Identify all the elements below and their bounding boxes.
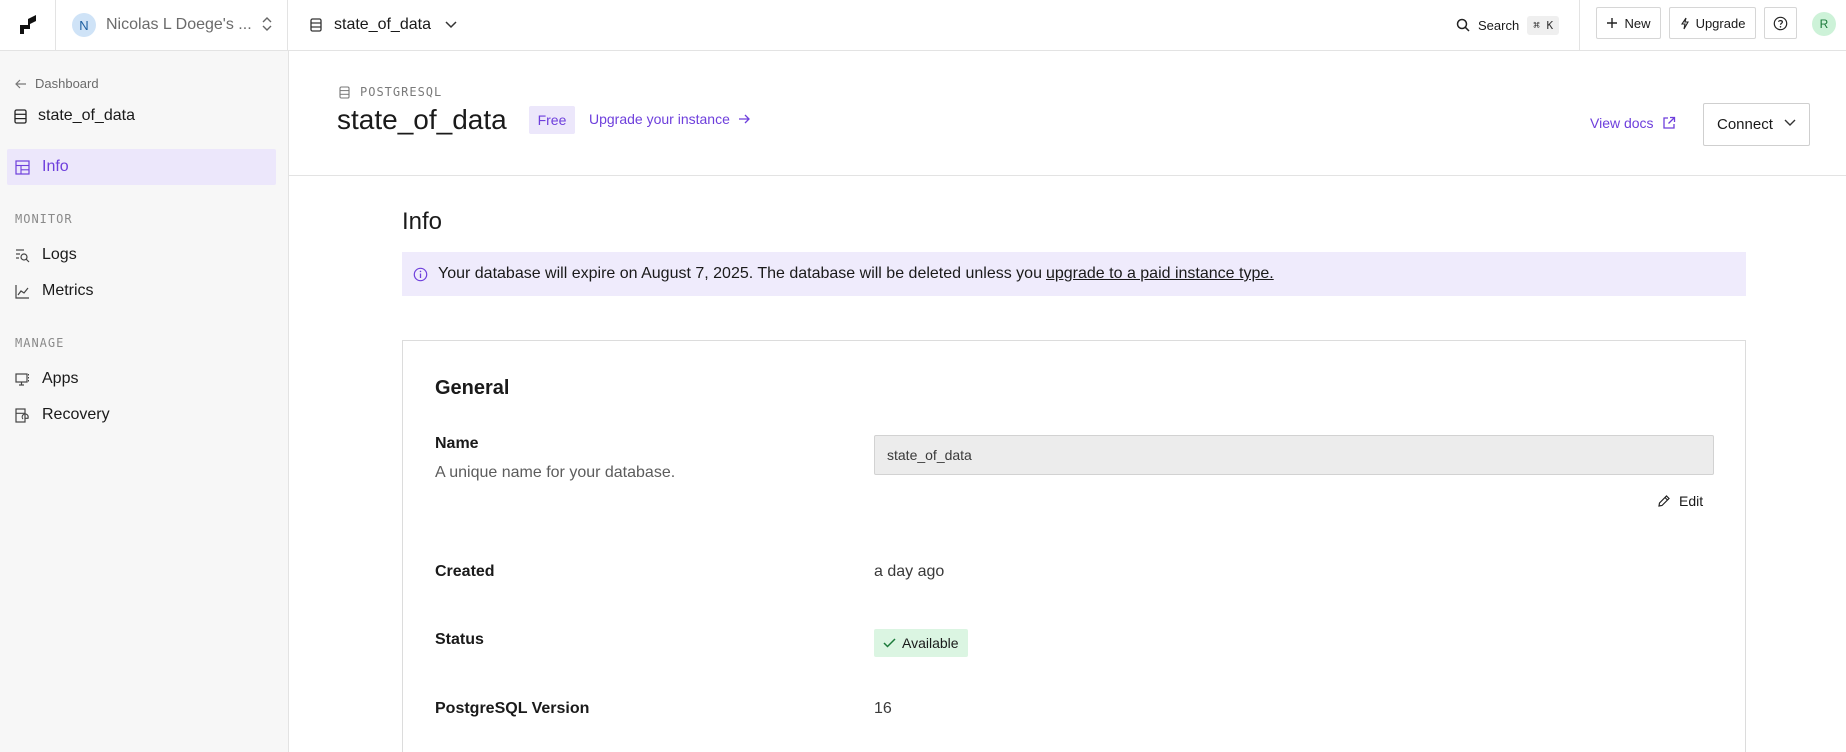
section-title-info: Info bbox=[402, 208, 443, 235]
status-label: Status bbox=[435, 631, 484, 648]
sidebar-item-logs[interactable]: Logs bbox=[15, 246, 77, 264]
status-badge: Available bbox=[874, 629, 968, 657]
apps-monitor-icon bbox=[15, 372, 29, 386]
engine-label: POSTGRESQL bbox=[339, 85, 442, 99]
page-title: state_of_data bbox=[337, 104, 507, 135]
view-docs-label: View docs bbox=[1590, 115, 1654, 131]
upgrade-instance-label: Upgrade your instance bbox=[589, 111, 730, 127]
expiry-message: Your database will expire on August 7, 2… bbox=[438, 265, 1042, 282]
lightning-icon bbox=[1680, 17, 1689, 29]
database-icon bbox=[14, 108, 27, 124]
sidebar-item-metrics-label: Metrics bbox=[42, 282, 94, 299]
info-grid-icon bbox=[15, 159, 30, 175]
sidebar-item-logs-label: Logs bbox=[42, 246, 77, 263]
check-icon bbox=[883, 638, 896, 648]
arrow-left-icon bbox=[15, 79, 26, 88]
edit-label: Edit bbox=[1679, 493, 1704, 509]
upgrade-instance-link[interactable]: Upgrade your instance bbox=[589, 111, 750, 127]
metrics-chart-icon bbox=[15, 284, 29, 299]
general-card: General Name A unique name for your data… bbox=[402, 340, 1746, 752]
name-label: Name bbox=[435, 435, 479, 452]
sidebar-item-metrics[interactable]: Metrics bbox=[15, 282, 94, 300]
new-button-label: New bbox=[1624, 15, 1651, 31]
upgrade-paid-link[interactable]: upgrade to a paid instance type. bbox=[1046, 265, 1274, 283]
general-title: General bbox=[435, 377, 510, 399]
version-value: 16 bbox=[874, 700, 892, 717]
view-docs-link[interactable]: View docs bbox=[1590, 115, 1676, 131]
sidebar-item-recovery[interactable]: Recovery bbox=[15, 406, 110, 424]
info-circle-icon bbox=[413, 267, 428, 281]
external-link-icon bbox=[1662, 116, 1675, 129]
name-field[interactable]: state_of_data bbox=[874, 435, 1714, 475]
plan-badge: Free bbox=[529, 106, 575, 134]
database-switcher-label: state_of_data bbox=[334, 16, 431, 33]
sidebar-database-label: state_of_data bbox=[38, 107, 135, 124]
help-button[interactable] bbox=[1764, 7, 1797, 39]
app-logo-icon bbox=[19, 15, 36, 34]
status-value: Available bbox=[902, 635, 959, 651]
search-button[interactable]: Search ⌘ K bbox=[1456, 12, 1560, 38]
database-icon bbox=[339, 85, 350, 99]
workspace-avatar: N bbox=[72, 13, 96, 37]
recovery-icon bbox=[15, 407, 29, 423]
section-monitor: MONITOR bbox=[15, 212, 73, 226]
chevron-down-icon bbox=[1784, 119, 1796, 126]
connect-button[interactable]: Connect bbox=[1703, 103, 1810, 146]
back-label: Dashboard bbox=[35, 76, 99, 91]
top-bar: N Nicolas L Doege's ... state_of_data Se… bbox=[0, 0, 1846, 51]
connect-label: Connect bbox=[1717, 116, 1773, 133]
new-button[interactable]: New bbox=[1596, 7, 1661, 39]
created-value: a day ago bbox=[874, 563, 945, 580]
pencil-icon bbox=[1658, 495, 1670, 507]
sidebar-item-recovery-label: Recovery bbox=[42, 406, 110, 423]
workspace-name: Nicolas L Doege's ... bbox=[106, 16, 252, 33]
database-header: POSTGRESQL state_of_data Free Upgrade yo… bbox=[289, 51, 1846, 176]
plus-icon bbox=[1607, 18, 1618, 28]
sidebar-item-info[interactable]: Info bbox=[7, 149, 276, 185]
expiry-banner: Your database will expire on August 7, 2… bbox=[402, 252, 1746, 296]
toolbar-divider bbox=[1579, 0, 1580, 50]
sidebar-item-info-label: Info bbox=[42, 158, 69, 175]
logs-icon bbox=[16, 248, 30, 262]
sidebar-database-name: state_of_data bbox=[14, 107, 135, 125]
created-label: Created bbox=[435, 563, 495, 580]
arrow-right-icon bbox=[738, 114, 750, 124]
upgrade-button[interactable]: Upgrade bbox=[1669, 7, 1756, 39]
back-to-dashboard-link[interactable]: Dashboard bbox=[15, 76, 99, 91]
search-shortcut: ⌘ K bbox=[1527, 15, 1560, 35]
sidebar-item-apps-label: Apps bbox=[42, 370, 79, 387]
sidebar-item-apps[interactable]: Apps bbox=[15, 370, 78, 388]
chevron-up-down-icon bbox=[262, 17, 272, 31]
help-icon bbox=[1773, 16, 1788, 30]
engine-name: POSTGRESQL bbox=[360, 85, 443, 99]
search-icon bbox=[1456, 18, 1470, 32]
workspace-switcher[interactable]: N Nicolas L Doege's ... bbox=[56, 0, 288, 50]
name-description: A unique name for your database. bbox=[435, 464, 676, 481]
database-switcher[interactable]: state_of_data bbox=[288, 0, 457, 50]
edit-name-button[interactable]: Edit bbox=[1657, 493, 1703, 509]
sidebar: Dashboard state_of_data Info MONITOR Log… bbox=[0, 51, 289, 752]
chevron-down-icon bbox=[445, 21, 457, 29]
database-icon bbox=[310, 18, 322, 32]
search-label: Search bbox=[1478, 17, 1520, 33]
version-label: PostgreSQL Version bbox=[435, 700, 590, 717]
logo-cell[interactable] bbox=[0, 0, 56, 50]
user-avatar[interactable]: R bbox=[1812, 12, 1836, 36]
upgrade-button-label: Upgrade bbox=[1695, 15, 1746, 31]
section-manage: MANAGE bbox=[15, 336, 65, 350]
